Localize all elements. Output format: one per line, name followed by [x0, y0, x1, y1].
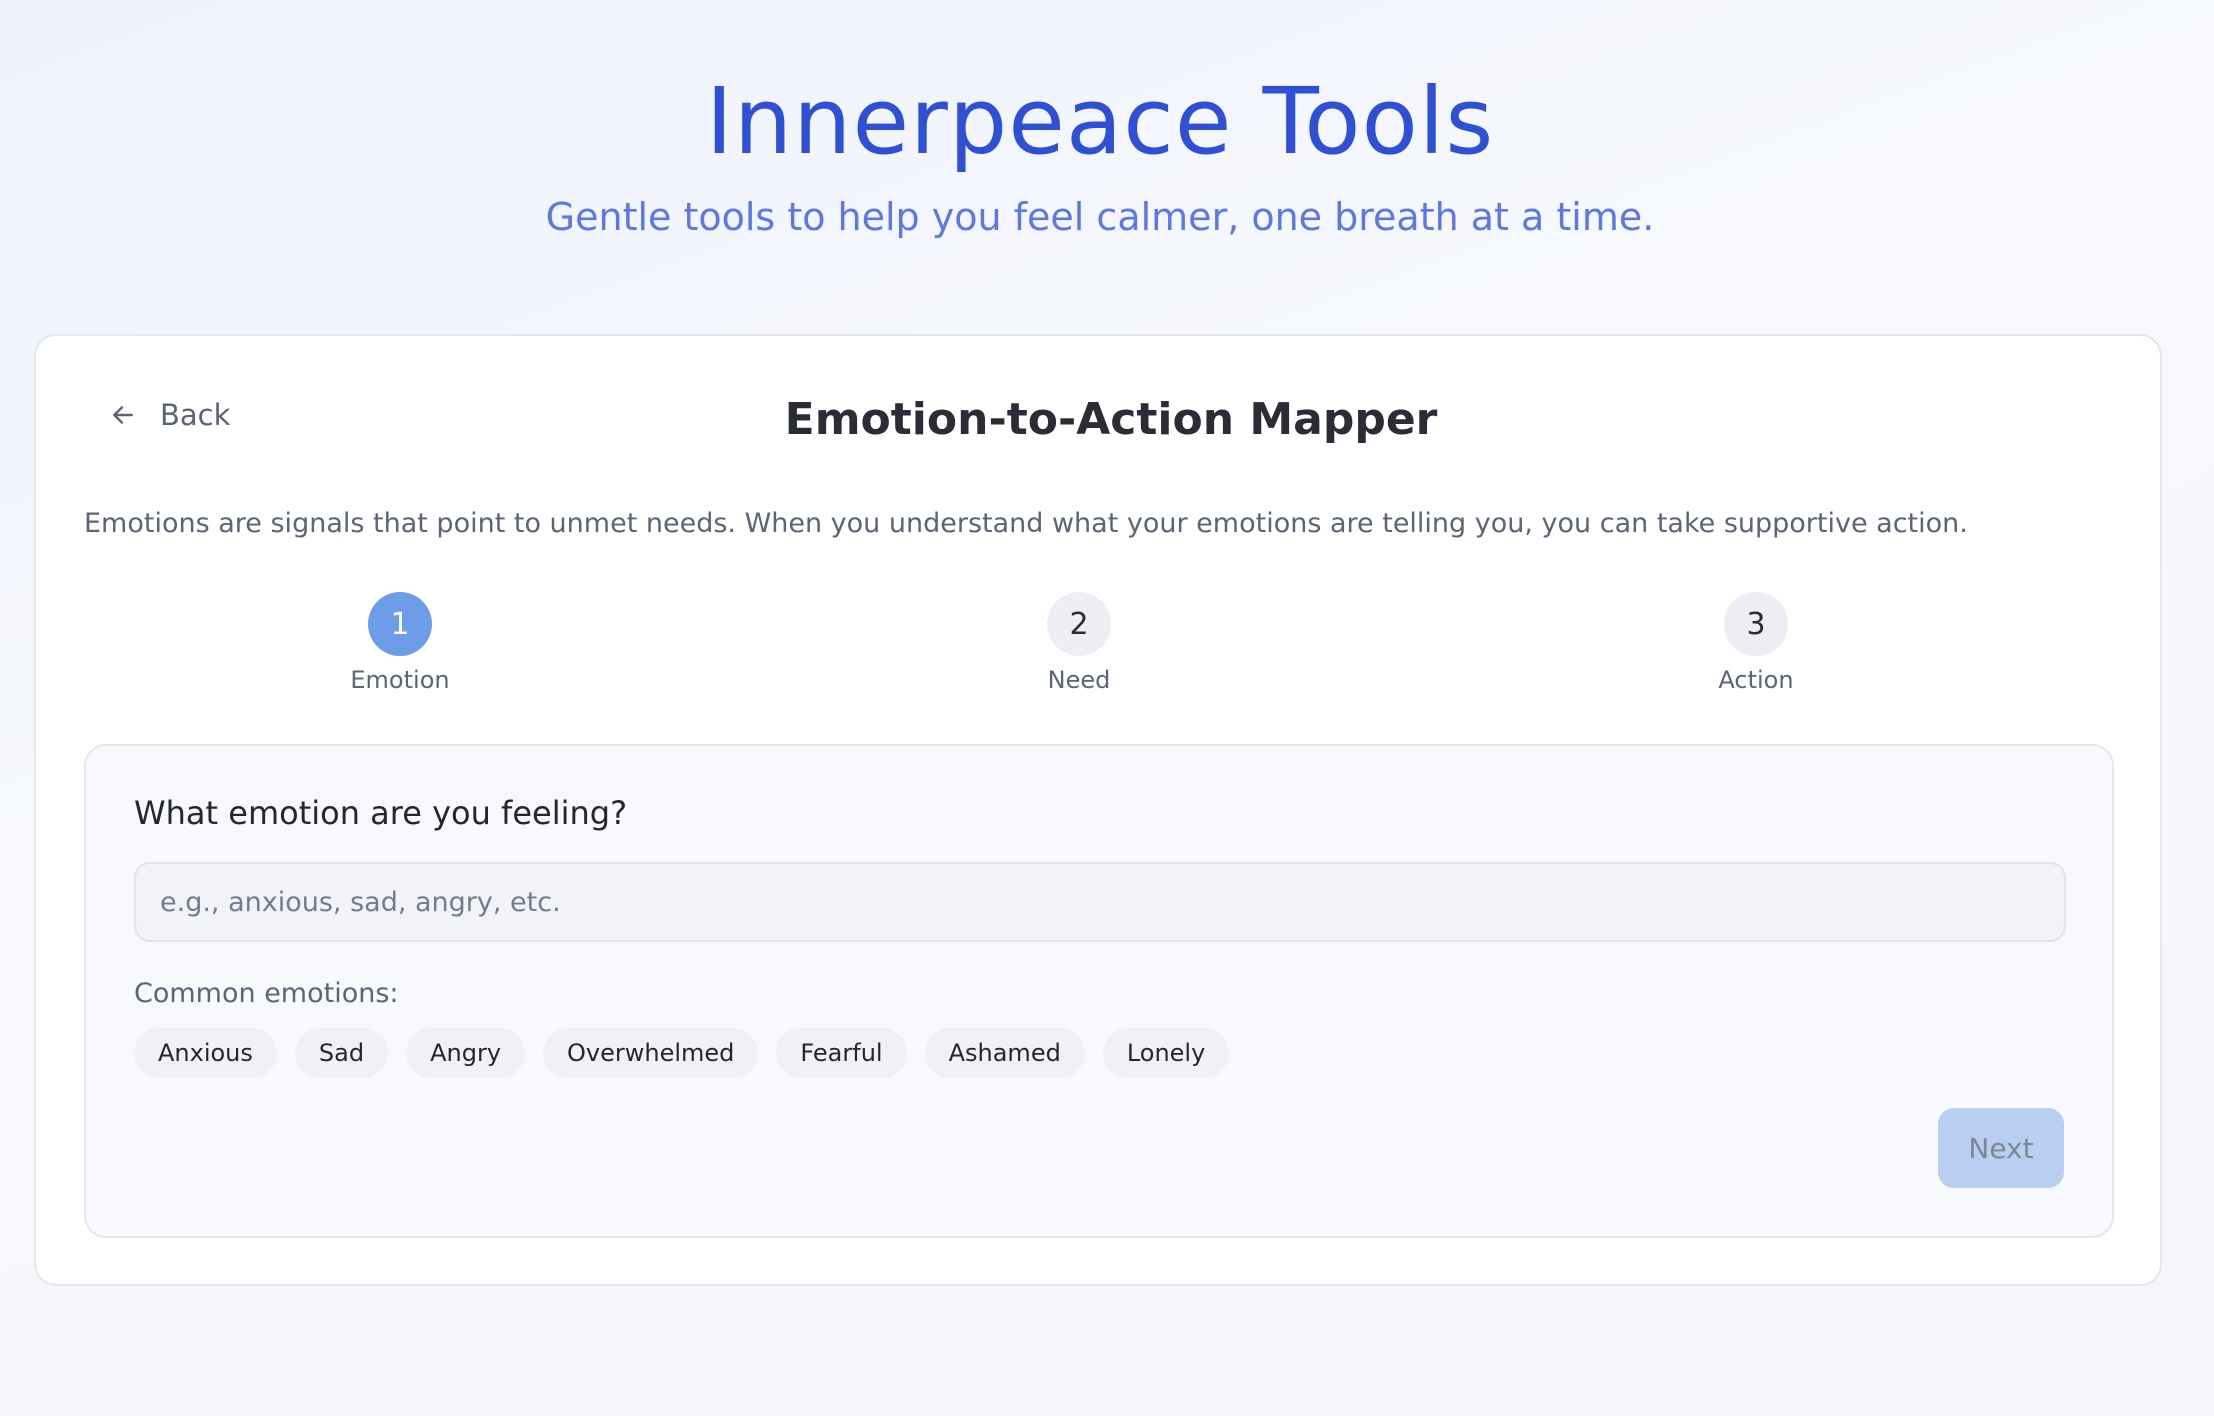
emotion-chip-angry[interactable]: Angry	[406, 1028, 526, 1078]
emotion-chip-sad[interactable]: Sad	[294, 1028, 389, 1078]
mapper-card: Back Emotion-to-Action Mapper Emotions a…	[34, 334, 2162, 1286]
step-action: 3 Action	[1656, 592, 1856, 694]
step-number: 3	[1724, 592, 1788, 656]
next-button[interactable]: Next	[1938, 1108, 2064, 1188]
app-title: Innerpeace Tools	[705, 68, 1495, 175]
page-header: Innerpeace Tools Gentle tools to help yo…	[0, 62, 2200, 242]
emotion-chips: Anxious Sad Angry Overwhelmed Fearful As…	[134, 1028, 1230, 1078]
step-label: Action	[1718, 666, 1794, 694]
tool-intro: Emotions are signals that point to unmet…	[84, 508, 1968, 539]
emotion-chip-fearful[interactable]: Fearful	[776, 1028, 907, 1078]
step-label: Emotion	[350, 666, 450, 694]
step-need: 2 Need	[979, 592, 1179, 694]
step-label: Need	[1047, 666, 1111, 694]
emotion-chip-overwhelmed[interactable]: Overwhelmed	[543, 1028, 759, 1078]
emotion-chip-lonely[interactable]: Lonely	[1102, 1028, 1230, 1078]
step-indicator: 1 Emotion 2 Need 3 Action	[36, 592, 2164, 702]
step-number: 2	[1047, 592, 1111, 656]
emotion-chip-ashamed[interactable]: Ashamed	[924, 1028, 1085, 1078]
common-emotions-label: Common emotions:	[134, 978, 399, 1009]
emotion-input[interactable]	[134, 862, 2066, 942]
step-emotion: 1 Emotion	[300, 592, 500, 694]
emotion-chip-anxious[interactable]: Anxious	[134, 1028, 277, 1078]
app-subtitle: Gentle tools to help you feel calmer, on…	[545, 195, 1655, 239]
emotion-panel: What emotion are you feeling? Common emo…	[84, 744, 2114, 1238]
tool-title: Emotion-to-Action Mapper	[784, 394, 1438, 445]
step-number: 1	[368, 592, 432, 656]
emotion-question: What emotion are you feeling?	[134, 794, 628, 832]
